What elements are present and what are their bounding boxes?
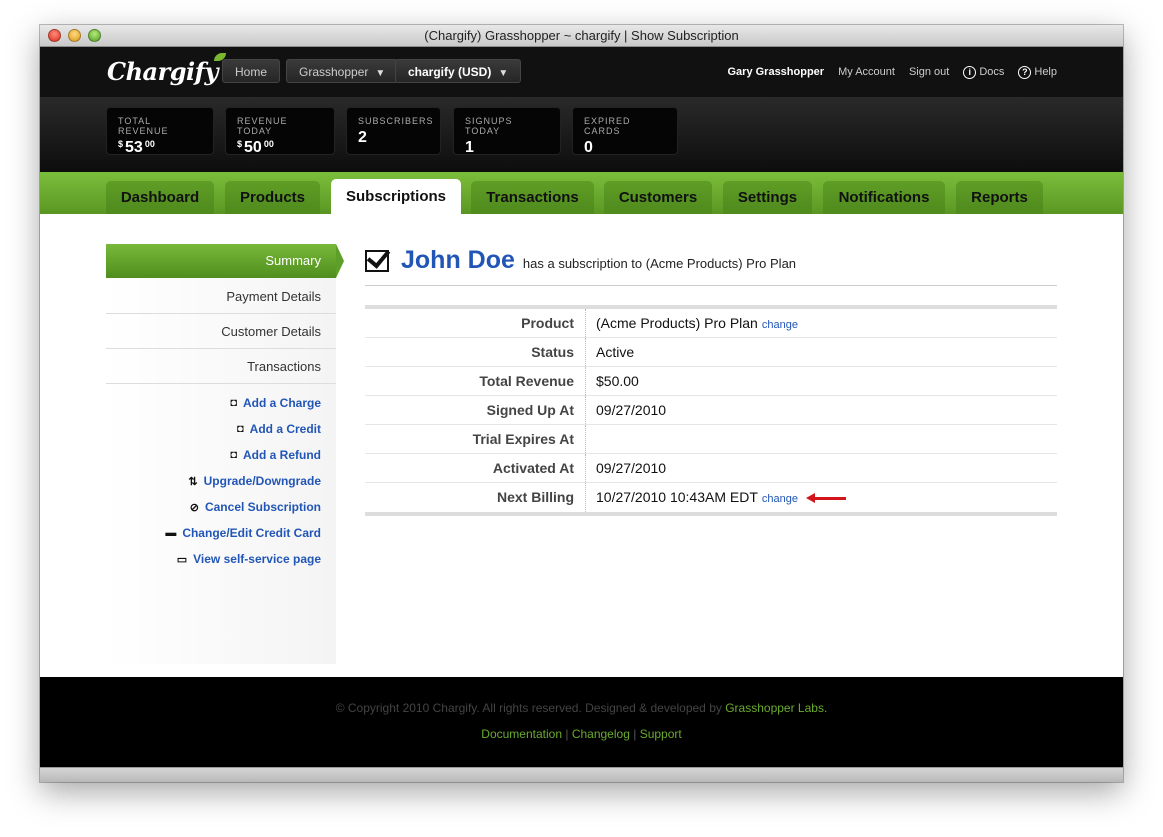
- table-row: Signed Up At 09/27/2010: [365, 396, 1057, 425]
- table-row: Trial Expires At: [365, 425, 1057, 454]
- zoom-window-button[interactable]: [88, 29, 101, 42]
- tab-subscriptions[interactable]: Subscriptions: [331, 179, 461, 217]
- tab-dashboard[interactable]: Dashboard: [106, 181, 214, 214]
- chargify-logo[interactable]: Chargify: [107, 53, 226, 86]
- tab-transactions[interactable]: Transactions: [471, 181, 594, 214]
- docs-icon: i: [963, 65, 977, 79]
- subscription-description: has a subscription to (Acme Products) Pr…: [522, 256, 797, 271]
- footer-separator: |: [565, 727, 569, 741]
- footer-links: Documentation | Changelog | Support: [40, 727, 1123, 741]
- sidebar-item-transactions[interactable]: Transactions: [106, 349, 336, 384]
- sidebar-item-customer-details[interactable]: Customer Details: [106, 314, 336, 349]
- stats-bar: TOTAL REVENUE $53 00 REVENUE TODAY $50 00 …: [40, 97, 1123, 172]
- active-pointer-icon: [336, 244, 344, 278]
- change-next-billing-link[interactable]: change: [762, 493, 798, 505]
- grasshopper-labs-link[interactable]: Grasshopper Labs.: [725, 701, 827, 715]
- docs-link[interactable]: i Docs: [963, 65, 1004, 79]
- table-row: Next Billing 10/27/2010 10:43AM EDT chang…: [365, 483, 1057, 512]
- money-icon: ◘: [237, 423, 244, 435]
- footer: © Copyright 2010 Chargify. All rights re…: [40, 677, 1123, 767]
- subscription-details-table: Product (Acme Products) Pro Plan change S…: [365, 305, 1057, 516]
- cancel-subscription-link[interactable]: ⊘ Cancel Subscription: [190, 500, 321, 514]
- change-product-link[interactable]: change: [762, 319, 798, 331]
- main-nav: Dashboard Products Subscriptions Transac…: [40, 172, 1123, 217]
- help-icon: ?: [1018, 65, 1032, 79]
- stat-signups-today: SIGNUPS TODAY 1: [453, 107, 561, 156]
- stat-revenue-today: REVENUE TODAY $50 00: [225, 107, 335, 156]
- cancel-icon: ⊘: [189, 501, 199, 514]
- add-credit-link[interactable]: ◘ Add a Credit: [237, 422, 321, 436]
- page-title: John Doe has a subscription to (Acme Pro…: [365, 242, 1057, 286]
- browser-window: (Chargify) Grasshopper ~ chargify | Show…: [40, 25, 1123, 782]
- add-refund-link[interactable]: ◘ Add a Refund: [230, 448, 321, 462]
- tab-reports[interactable]: Reports: [956, 181, 1043, 214]
- table-row: Activated At 09/27/2010: [365, 454, 1057, 483]
- self-service-page-link[interactable]: ▭ View self-service page: [177, 552, 321, 566]
- add-charge-link[interactable]: ◘ Add a Charge: [230, 396, 321, 410]
- user-links: Gary Grasshopper My Account Sign out i Do…: [727, 47, 1057, 97]
- credit-card-icon: ▬: [165, 527, 177, 539]
- money-icon: ◘: [230, 449, 237, 461]
- customer-name-link[interactable]: John Doe: [401, 246, 515, 275]
- window-controls: [48, 29, 101, 42]
- home-button[interactable]: Home: [222, 59, 281, 83]
- chevron-down-icon: ▼: [375, 68, 386, 79]
- stat-total-revenue: TOTAL REVENUE $53 00: [106, 107, 214, 156]
- title-bar: (Chargify) Grasshopper ~ chargify | Show…: [40, 25, 1123, 47]
- table-row: Product (Acme Products) Pro Plan change: [365, 309, 1057, 338]
- site-select[interactable]: Grasshopper ▼: [286, 59, 399, 83]
- chevron-down-icon: ▼: [498, 68, 509, 79]
- status-bar: [40, 767, 1123, 782]
- changelog-link[interactable]: Changelog: [572, 727, 630, 741]
- table-row: Status Active: [365, 338, 1057, 367]
- change-credit-card-link[interactable]: ▬ Change/Edit Credit Card: [165, 526, 321, 540]
- sign-out-link[interactable]: Sign out: [909, 66, 949, 78]
- checkmark-icon: [365, 249, 389, 272]
- minimize-window-button[interactable]: [68, 29, 81, 42]
- stat-expired-cards: EXPIRED CARDS 0: [572, 107, 678, 156]
- table-row: Total Revenue $50.00: [365, 367, 1057, 396]
- my-account-link[interactable]: My Account: [838, 66, 895, 78]
- footer-separator: |: [633, 727, 637, 741]
- copyright-text: © Copyright 2010 Chargify. All rights re…: [335, 701, 828, 715]
- help-link[interactable]: ? Help: [1018, 65, 1057, 79]
- sidebar-item-payment-details[interactable]: Payment Details: [106, 279, 336, 314]
- upgrade-downgrade-link[interactable]: ⇅ Upgrade/Downgrade: [188, 474, 321, 488]
- sidebar: Summary Payment Details Customer Details…: [106, 244, 344, 664]
- window-title: (Chargify) Grasshopper ~ chargify | Show…: [424, 28, 739, 43]
- currency-select[interactable]: chargify (USD) ▼: [395, 59, 522, 83]
- tab-customers[interactable]: Customers: [604, 181, 712, 214]
- top-bar: Chargify Home Grasshopper ▼ chargify (USD…: [40, 47, 1123, 97]
- tab-settings[interactable]: Settings: [723, 181, 812, 214]
- documentation-link[interactable]: Documentation: [481, 727, 562, 741]
- money-icon: ◘: [230, 397, 237, 409]
- tab-notifications[interactable]: Notifications: [823, 181, 945, 214]
- red-arrow-annotation-icon: [805, 493, 846, 504]
- stat-subscribers: SUBSCRIBERS 2: [346, 107, 441, 155]
- monitor-icon: ▭: [176, 553, 188, 566]
- close-window-button[interactable]: [48, 29, 61, 42]
- up-down-arrows-icon: ⇅: [188, 475, 198, 488]
- page-content: Summary Payment Details Customer Details…: [40, 214, 1123, 679]
- subscription-summary: John Doe has a subscription to (Acme Pro…: [365, 242, 1057, 516]
- sidebar-item-summary[interactable]: Summary: [106, 244, 344, 278]
- support-link[interactable]: Support: [640, 727, 682, 741]
- user-name[interactable]: Gary Grasshopper: [727, 66, 824, 78]
- tab-products[interactable]: Products: [225, 181, 320, 214]
